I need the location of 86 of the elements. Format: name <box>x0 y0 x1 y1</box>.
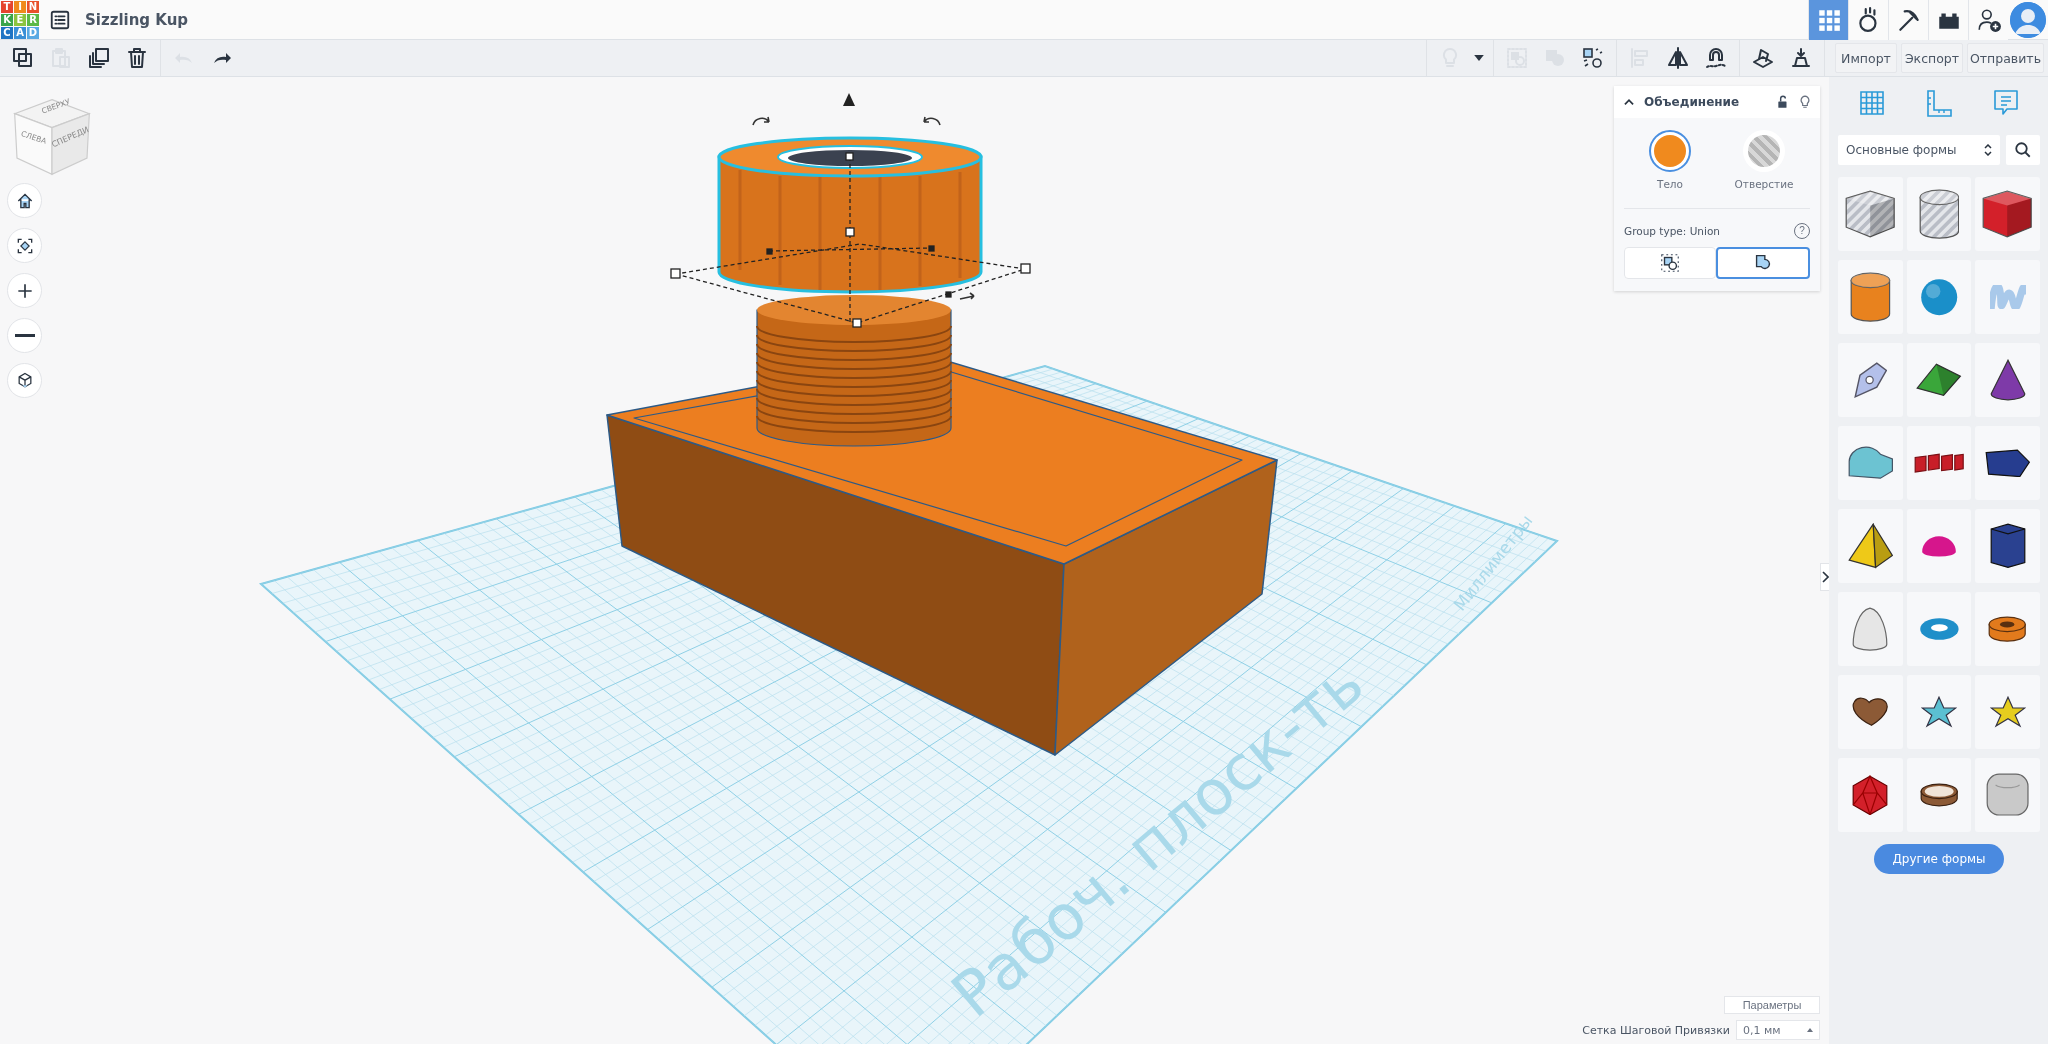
logo-letter: C <box>1 26 13 39</box>
shape-tile[interactable] <box>1838 758 1903 832</box>
mode-label: Отверстие <box>1734 178 1794 190</box>
shape-tile[interactable] <box>1975 177 2040 251</box>
shape-tile[interactable] <box>1838 592 1903 666</box>
zoom-in-button[interactable] <box>7 273 42 308</box>
selection-handles[interactable] <box>670 152 1031 328</box>
combine-icon <box>1659 252 1681 274</box>
shape-tile[interactable] <box>1975 343 2040 417</box>
mirror-icon <box>1666 46 1690 70</box>
shape-tile[interactable] <box>1906 758 1972 832</box>
shape-tile[interactable] <box>1975 509 2040 583</box>
shape-tile[interactable] <box>1906 177 1972 251</box>
search-button[interactable] <box>2006 135 2040 165</box>
square-circle-icon <box>1581 46 1605 70</box>
logo-letter: K <box>1 13 13 26</box>
caret-icon <box>1474 55 1484 61</box>
list-icon <box>49 8 71 31</box>
selected-cylinder[interactable] <box>717 136 983 294</box>
drop-icon <box>1789 46 1813 70</box>
up-down-arrows-icon <box>1984 144 1992 156</box>
caret-icon <box>1807 1028 1813 1032</box>
solid-swatch[interactable] <box>1649 130 1691 172</box>
lift-arrow-icon[interactable] <box>843 93 855 106</box>
more-shapes-button[interactable]: Другие формы <box>1874 844 2004 874</box>
logo-letter: R <box>27 13 39 26</box>
shape-tile[interactable] <box>1838 675 1903 749</box>
action-button[interactable]: Отправить <box>1966 43 2044 73</box>
shape-tile[interactable] <box>1838 509 1903 583</box>
logo-letter: A <box>14 26 26 39</box>
action-button[interactable]: Экспорт <box>1901 43 1963 73</box>
view-button[interactable] <box>1928 0 1968 40</box>
magnet-icon <box>1704 46 1728 70</box>
inspector-title: Объединение <box>1644 95 1741 109</box>
shape-tile[interactable] <box>1838 343 1903 417</box>
panel-toggle-button[interactable] <box>1820 563 1829 591</box>
snap-grid-label: Сетка Шаговой Привязки <box>1582 1023 1730 1037</box>
ruler-icon <box>1924 88 1954 118</box>
shape-tile[interactable] <box>1838 426 1903 500</box>
shape-tile[interactable] <box>1975 758 2040 832</box>
workplane-icon <box>1751 46 1775 70</box>
logo-letter: E <box>14 13 26 26</box>
copy-icon <box>11 46 35 70</box>
rotate-arrow-icon[interactable] <box>923 116 941 126</box>
trash-icon <box>125 46 149 70</box>
group-type-button[interactable] <box>1716 247 1810 279</box>
shape-tile[interactable] <box>1975 426 2040 500</box>
shape-category-select[interactable]: Основные формы <box>1838 135 2000 165</box>
perspective-button[interactable] <box>7 363 42 398</box>
lock-icon[interactable] <box>1776 95 1790 109</box>
shape-tile[interactable] <box>1906 426 1972 500</box>
logo-letter: D <box>27 26 39 39</box>
rotate-arrow-icon[interactable] <box>959 292 975 300</box>
rotate-arrow-icon[interactable] <box>752 116 770 126</box>
hole-swatch[interactable] <box>1743 130 1785 172</box>
snap-grid-select[interactable]: 0,1 мм <box>1736 1020 1820 1040</box>
shape-tile[interactable] <box>1906 260 1972 334</box>
shape-tile[interactable] <box>1838 260 1903 334</box>
shape-tile[interactable] <box>1975 260 2040 334</box>
duplicate-icon <box>87 46 111 70</box>
logo-letter: N <box>27 0 39 13</box>
light-bulb-icon[interactable] <box>1798 95 1812 109</box>
view-button[interactable] <box>1888 0 1928 40</box>
fit-view-button[interactable] <box>7 228 42 263</box>
add-user-button[interactable] <box>1968 0 2008 40</box>
logo-letter: I <box>14 0 26 13</box>
shape-tile[interactable] <box>1906 509 1972 583</box>
zoom-out-button[interactable] <box>7 318 42 353</box>
logo-letter: T <box>1 0 13 13</box>
shape-tile[interactable] <box>1906 343 1972 417</box>
design-title: Sizzling Kup <box>85 10 189 29</box>
shape-tile[interactable] <box>1975 675 2040 749</box>
view-button[interactable] <box>1848 0 1888 40</box>
shape-tile[interactable] <box>1975 592 2040 666</box>
zoom-out-icon <box>14 334 35 337</box>
settings-button[interactable]: Параметры <box>1724 996 1820 1014</box>
shape-tile[interactable] <box>1838 177 1903 251</box>
shape-tile[interactable] <box>1906 675 1972 749</box>
chevron-icon <box>1821 571 1829 583</box>
add-user-icon <box>1975 6 2002 33</box>
search-icon <box>2014 141 2032 159</box>
action-button[interactable]: Импорт <box>1835 43 1897 73</box>
mode-label: Тело <box>1657 178 1683 190</box>
home-button[interactable] <box>7 183 42 218</box>
shape-tile[interactable] <box>1906 592 1972 666</box>
group-type-label: Group type: Union <box>1624 225 1720 237</box>
